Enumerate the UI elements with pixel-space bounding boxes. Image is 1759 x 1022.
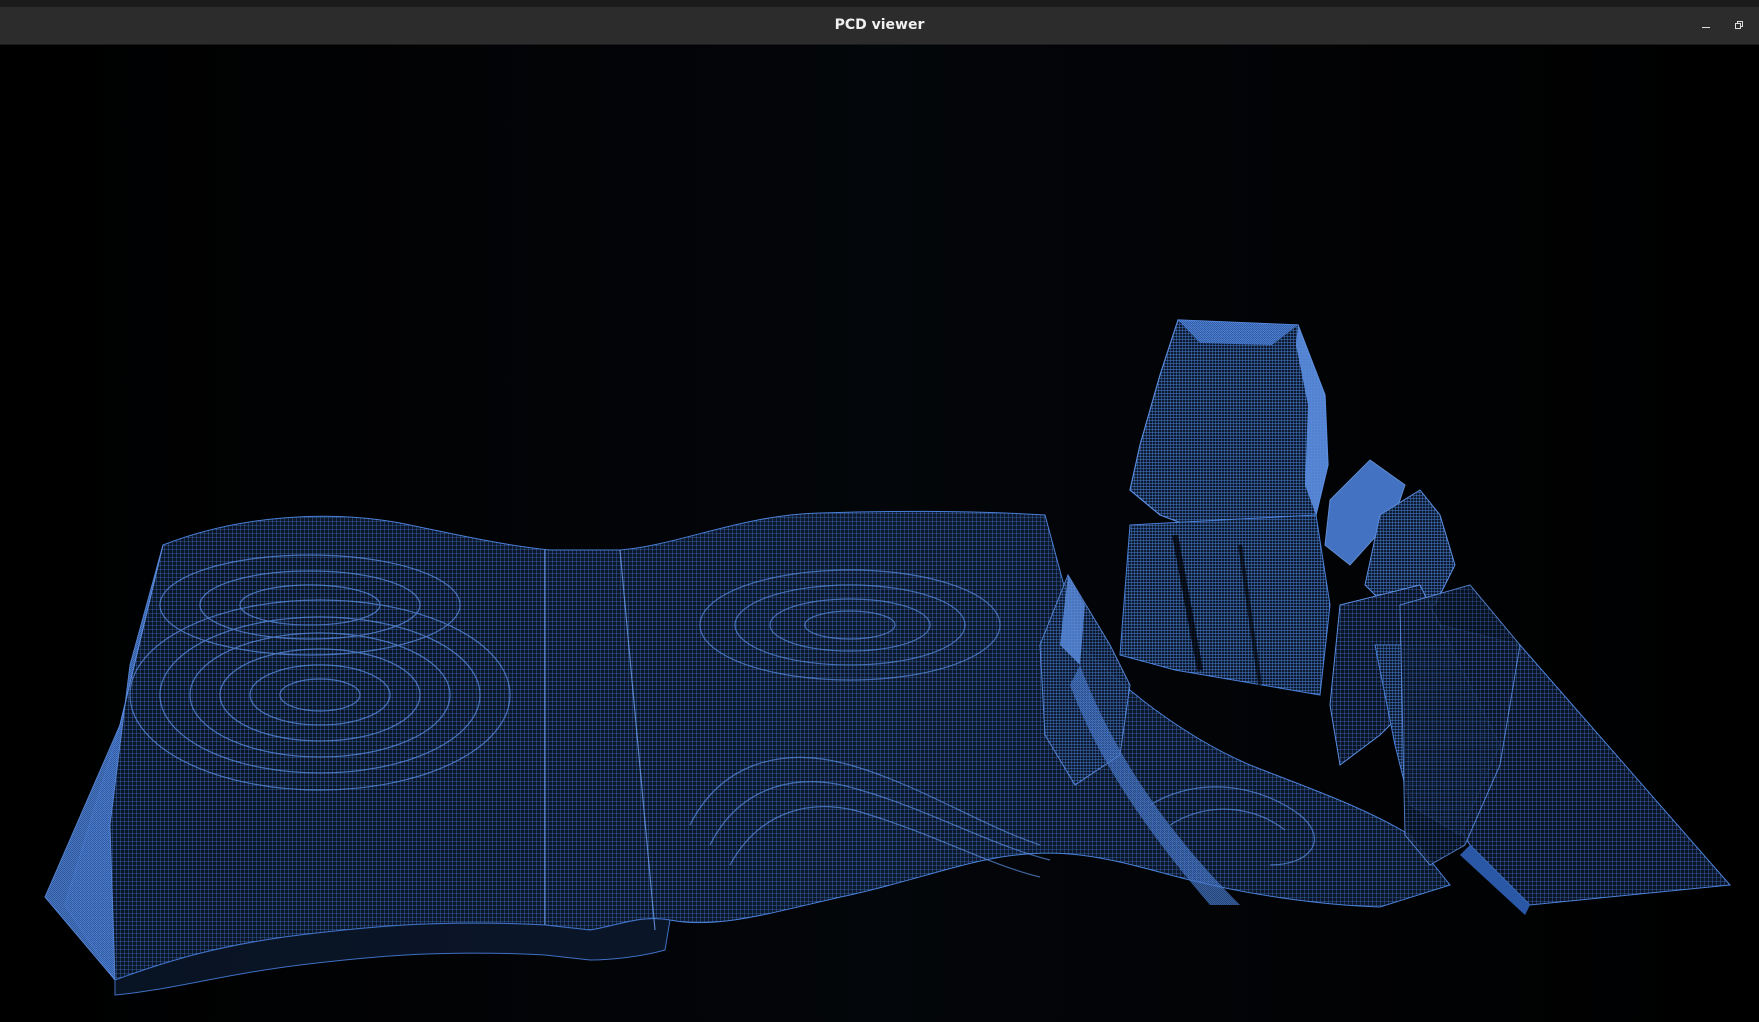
minimize-icon [1702,27,1710,28]
minimize-button[interactable] [1695,15,1717,37]
desktop-top-bar [0,0,1759,7]
rock-column [1119,319,1331,696]
point-cloud-viewport[interactable] [0,45,1759,1022]
pcd-viewer-window: PCD viewer [0,0,1759,1022]
restore-icon-back [1735,23,1741,29]
title-bar[interactable]: PCD viewer [0,7,1759,45]
restore-button[interactable] [1728,15,1750,37]
point-cloud-render [0,45,1759,1022]
window-title: PCD viewer [834,17,925,33]
